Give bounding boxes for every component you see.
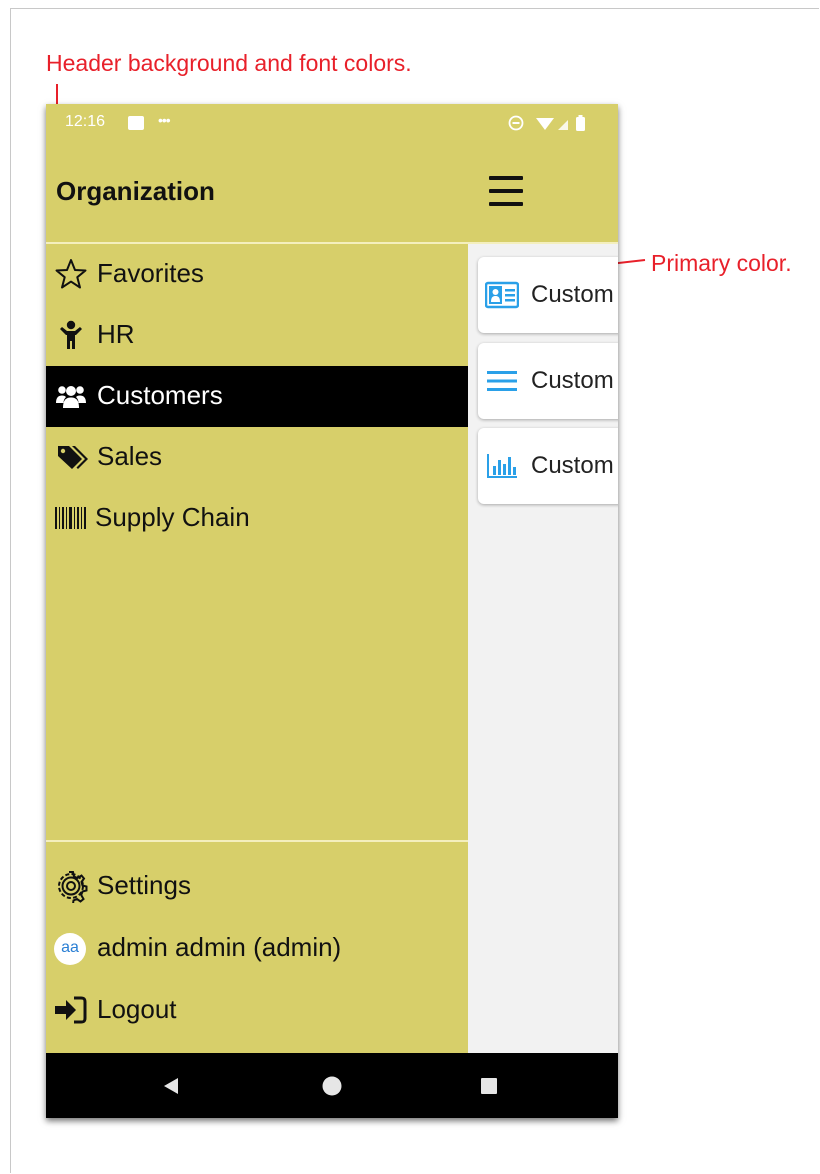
customer-card[interactable]: Custom	[478, 343, 618, 419]
customer-card[interactable]: Custom	[478, 257, 618, 333]
app-header: Organization	[46, 144, 618, 244]
card-label: Custom	[531, 281, 614, 308]
back-icon[interactable]	[162, 1076, 180, 1096]
status-time: 12:16	[65, 113, 106, 130]
avatar: aa	[54, 933, 88, 967]
drawer-item-label: HR	[97, 319, 135, 349]
signal-icon	[558, 120, 568, 130]
navigation-drawer: Favorites HR Customers Sales Supply Chai…	[46, 244, 468, 1053]
drawer-item-label: Customers	[97, 380, 223, 410]
drawer-item-label: Settings	[97, 870, 191, 900]
drawer-item-favorites[interactable]: Favorites	[46, 244, 468, 305]
barcode-icon	[54, 501, 88, 535]
system-nav-bar	[46, 1053, 618, 1118]
drawer-item-supply-chain[interactable]: Supply Chain	[46, 488, 468, 549]
drawer-item-label: admin admin (admin)	[97, 932, 342, 962]
avatar-initials: aa	[61, 939, 79, 956]
tags-icon	[54, 440, 88, 474]
drawer-item-label: Sales	[97, 441, 163, 471]
content-area: Custom Custom Custom	[468, 244, 618, 1053]
customer-card[interactable]: Custom	[478, 428, 618, 504]
page-title: Organization	[56, 176, 215, 206]
more-dots-icon: •••	[158, 112, 171, 128]
contact-card-icon	[485, 281, 519, 309]
drawer-item-label: Logout	[97, 994, 177, 1024]
drawer-item-logout[interactable]: Logout	[46, 980, 468, 1041]
phone-screen: 12:16 ••• Organization Favorites HR Cust…	[46, 104, 618, 1118]
drawer-item-customers[interactable]: Customers	[46, 366, 468, 427]
image-icon	[128, 116, 144, 130]
bar-chart-icon	[485, 452, 519, 480]
wifi-icon	[536, 118, 554, 130]
status-right-icons	[508, 112, 604, 134]
hamburger-icon[interactable]	[489, 172, 523, 210]
drawer-item-label: Supply Chain	[95, 502, 250, 532]
drawer-divider	[46, 840, 468, 842]
recents-icon[interactable]	[480, 1077, 498, 1095]
logout-icon	[54, 993, 88, 1027]
person-icon	[54, 318, 88, 352]
list-icon	[485, 367, 519, 395]
do-not-disturb-icon	[508, 115, 524, 131]
drawer-item-user[interactable]: aa admin admin (admin)	[46, 918, 468, 979]
card-label: Custom	[531, 367, 614, 394]
star-icon	[54, 257, 88, 291]
card-label: Custom	[531, 452, 614, 479]
gear-icon	[54, 869, 88, 903]
drawer-item-hr[interactable]: HR	[46, 305, 468, 366]
drawer-item-settings[interactable]: Settings	[46, 856, 468, 917]
battery-icon	[576, 115, 585, 131]
users-icon	[54, 379, 88, 413]
drawer-item-sales[interactable]: Sales	[46, 427, 468, 488]
status-bar: 12:16 •••	[46, 104, 618, 144]
drawer-item-label: Favorites	[97, 258, 204, 288]
home-icon[interactable]	[321, 1075, 343, 1097]
